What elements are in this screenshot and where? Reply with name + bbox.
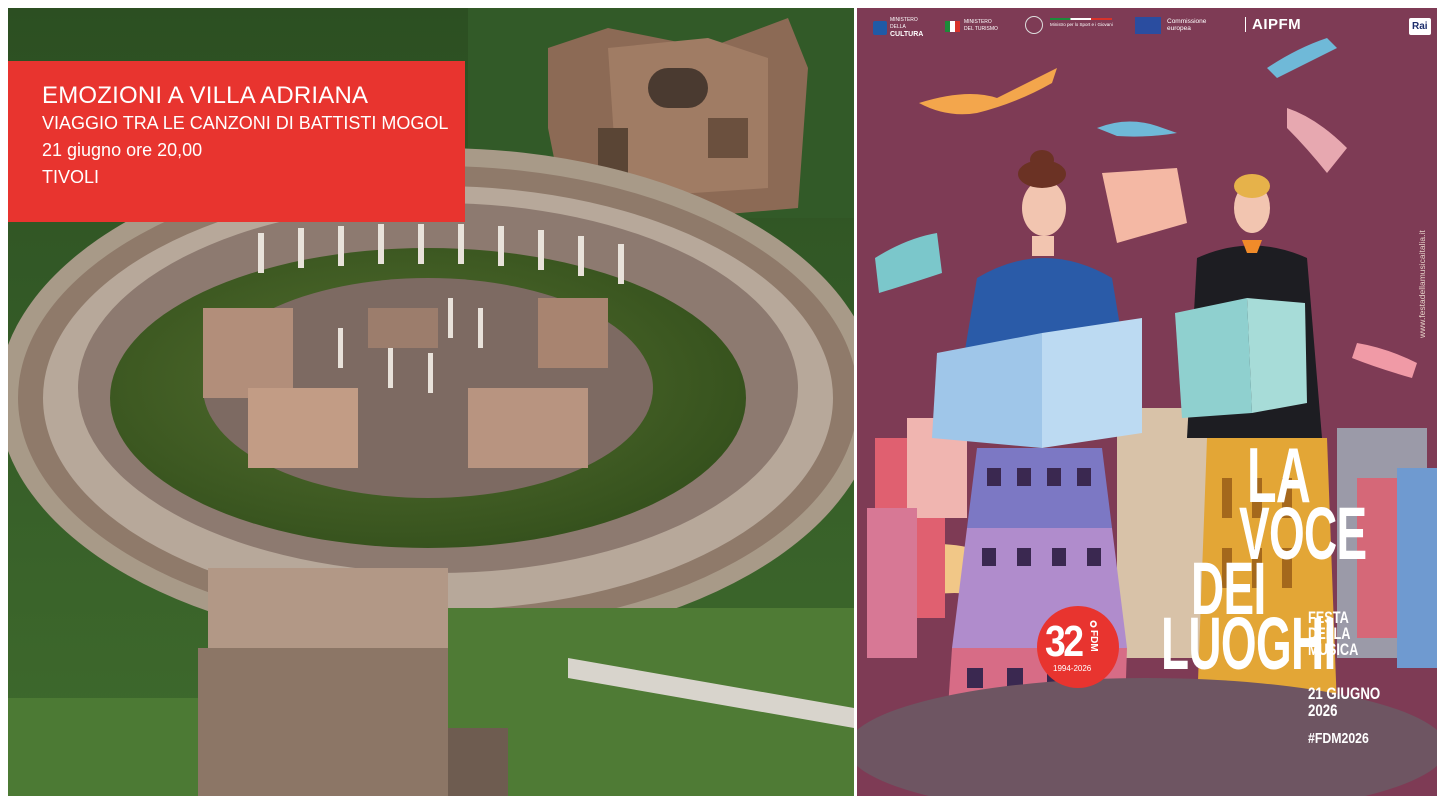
aipfm-logo: AIPFM xyxy=(1245,17,1301,32)
badge-number: 32 xyxy=(1045,617,1084,666)
rai-logo: Rai xyxy=(1409,18,1431,35)
poster-hashtag: #FDM2026 xyxy=(1308,730,1369,747)
sponsor-logos-bar: MINISTERO DELLA CULTURA MINISTERO DEL TU… xyxy=(857,8,1437,44)
mic-line3: CULTURA xyxy=(890,31,924,38)
date-line1: 21 GIUGNO xyxy=(1308,684,1381,703)
festa-line3: MUSICA xyxy=(1308,640,1359,659)
turismo-line1: MINISTERO xyxy=(964,19,992,25)
event-title: EMOZIONI A VILLA ADRIANA xyxy=(42,82,369,109)
ce-line1: Commissione xyxy=(1167,18,1207,25)
badge-fdm: FDM xyxy=(1088,630,1099,652)
event-place: TIVOLI xyxy=(42,167,100,187)
festa-musica-poster: MINISTERO DELLA CULTURA MINISTERO DEL TU… xyxy=(857,8,1437,796)
ministro-sport-logo: Ministro per lo Sport e i Giovani xyxy=(1050,22,1113,27)
website-url: www.festadellamusicaitalia.it xyxy=(1417,230,1427,338)
turismo-line2: DEL TURISMO xyxy=(964,26,998,32)
festa-della-musica-label: FESTA DELLA MUSICA xyxy=(1308,609,1359,659)
event-subtitle: VIAGGIO TRA LE CANZONI DI BATTISTI MOGOL xyxy=(42,113,449,133)
commissione-europea-logo: Commissione europea xyxy=(1167,18,1206,32)
tricolor-band xyxy=(1050,18,1112,20)
ministero-turismo-logo: MINISTERO DEL TURISMO xyxy=(945,19,998,33)
poster-date: 21 GIUGNO 2026 xyxy=(1308,685,1380,719)
eu-flag-icon xyxy=(1135,17,1161,34)
mic-badge-icon xyxy=(873,20,887,35)
event-info-box: EMOZIONI A VILLA ADRIANA VIAGGIO TRA LE … xyxy=(8,61,465,222)
mic-line1: MINISTERO xyxy=(890,17,918,23)
italian-republic-emblem-icon xyxy=(1025,16,1043,34)
fdm-32-badge: 32 ° FDM 1994-2026 xyxy=(1037,606,1119,688)
ministero-cultura-logo: MINISTERO DELLA CULTURA xyxy=(873,17,923,38)
mic-line2: DELLA xyxy=(890,24,906,30)
poster-illustration xyxy=(857,8,1437,796)
ce-line2: europea xyxy=(1167,25,1191,32)
date-line2: 2026 xyxy=(1308,701,1338,720)
badge-years: 1994-2026 xyxy=(1053,664,1092,673)
italy-flag-icon xyxy=(945,20,960,32)
event-datetime: 21 giugno ore 20,00 xyxy=(42,140,203,160)
